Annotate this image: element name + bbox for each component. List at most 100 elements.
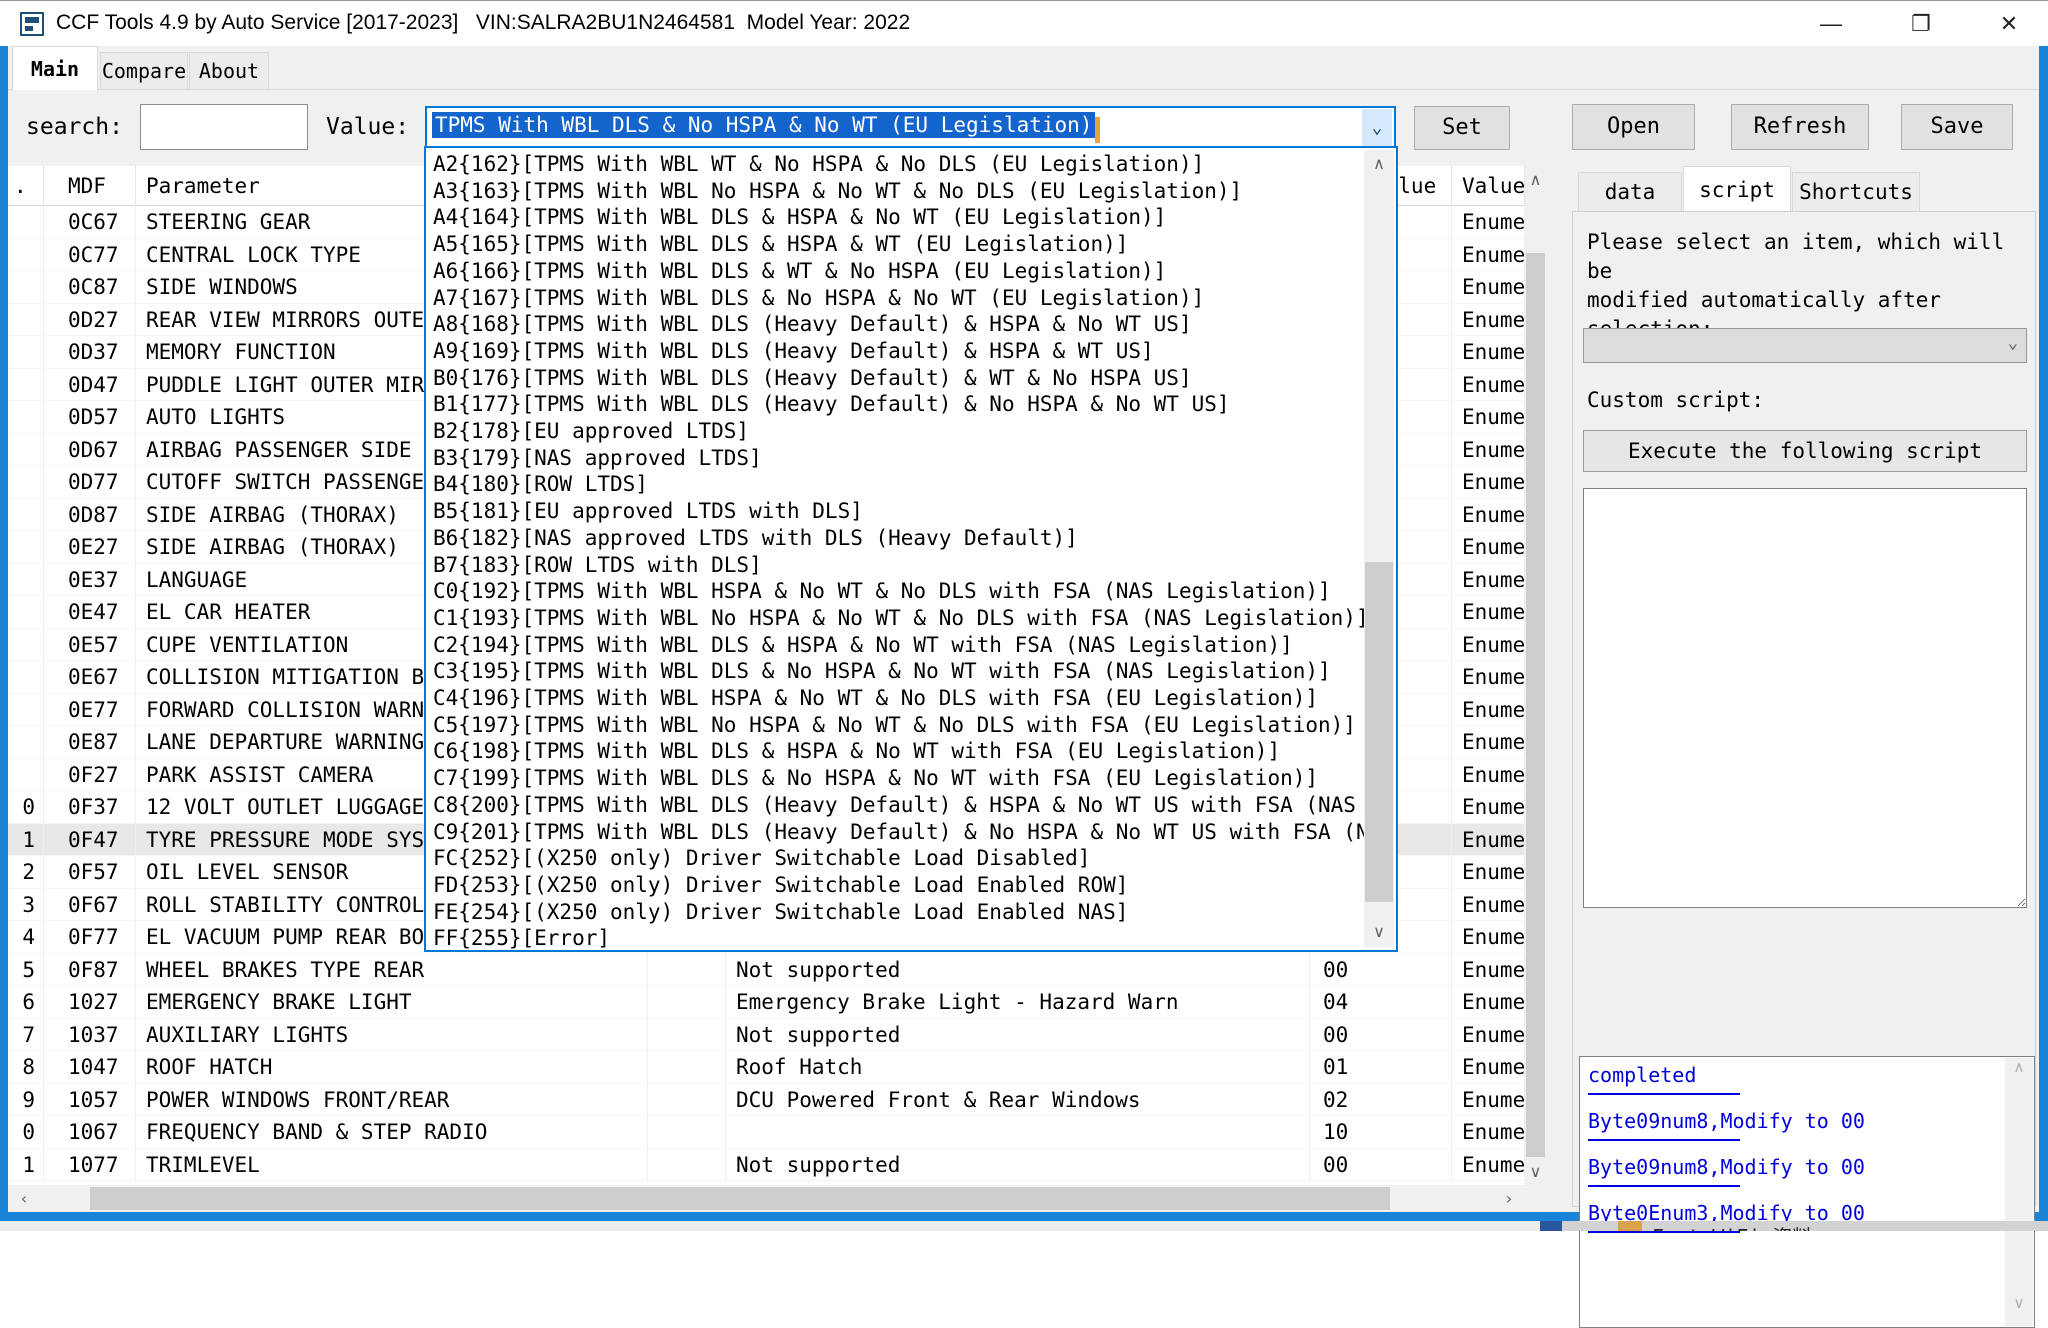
dropdown-item[interactable]: B4{180}[ROW LTDS] (428, 471, 1366, 498)
header-value-type[interactable]: Value (1452, 166, 1525, 206)
dropdown-item[interactable]: B7{183}[ROW LTDS with DLS] (428, 552, 1366, 579)
dropdown-item[interactable]: FF{255}[Error] (428, 925, 1366, 952)
cell-param: EMERGENCY BRAKE LIGHT (136, 986, 648, 1019)
maximize-button[interactable]: ❐ (1890, 1, 1952, 47)
dropdown-item[interactable]: B5{181}[EU approved LTDS with DLS] (428, 498, 1366, 525)
cell-idx (8, 596, 44, 629)
scroll-left-icon[interactable]: ‹ (12, 1189, 36, 1208)
dropdown-scroll-down-icon[interactable]: ∨ (1364, 922, 1394, 941)
dropdown-item[interactable]: FD{253}[(X250 only) Driver Switchable Lo… (428, 872, 1366, 899)
cell-type: Enume (1452, 791, 1525, 824)
log-scrollbar[interactable]: ∧ ∨ (2005, 1058, 2033, 1326)
rtab-shortcuts[interactable]: Shortcuts (1792, 172, 1920, 212)
dropdown-item[interactable]: B3{179}[NAS approved LTDS] (428, 445, 1366, 472)
dropdown-item[interactable]: A9{169}[TPMS With WBL DLS (Heavy Default… (428, 338, 1366, 365)
scroll-down-icon[interactable]: ∨ (1525, 1162, 1546, 1181)
dropdown-item[interactable]: C9{201}[TPMS With WBL DLS (Heavy Default… (428, 819, 1366, 846)
dropdown-item[interactable]: C5{197}[TPMS With WBL No HSPA & No WT & … (428, 712, 1366, 739)
table-vertical-scrollbar[interactable]: ∧ ∨ (1525, 166, 1546, 1185)
log-scroll-up-icon[interactable]: ∧ (2005, 1058, 2033, 1088)
table-row[interactable]: 50F87WHEEL BRAKES TYPE REARNot supported… (8, 954, 1525, 987)
table-row[interactable]: 11077TRIMLEVELNot supported00Enume (8, 1149, 1525, 1182)
table-row[interactable]: 91057POWER WINDOWS FRONT/REARDCU Powered… (8, 1084, 1525, 1117)
cell-desc: DCU Powered Front & Rear Windows (726, 1084, 1310, 1117)
dropdown-item[interactable]: B6{182}[NAS approved LTDS with DLS (Heav… (428, 525, 1366, 552)
dropdown-item[interactable]: A2{162}[TPMS With WBL WT & No HSPA & No … (428, 151, 1366, 178)
cell-mdf: 0E47 (44, 596, 136, 629)
custom-script-textarea[interactable] (1583, 488, 2027, 908)
cell-idx (8, 466, 44, 499)
dropdown-scroll-thumb[interactable] (1365, 562, 1393, 902)
script-log: completedByte09num8,Modify to 00Byte09nu… (1579, 1056, 2035, 1328)
dropdown-item[interactable]: C2{194}[TPMS With WBL DLS & HSPA & No WT… (428, 632, 1366, 659)
dropdown-item[interactable]: A4{164}[TPMS With WBL DLS & HSPA & No WT… (428, 204, 1366, 231)
script-tab-page: Please select an item, which will be mod… (1572, 211, 2036, 1207)
dropdown-item[interactable]: C0{192}[TPMS With WBL HSPA & No WT & No … (428, 578, 1366, 605)
cell-mdf: 0C87 (44, 271, 136, 304)
horizontal-scroll-thumb[interactable] (90, 1187, 1390, 1210)
dropdown-scroll-up-icon[interactable]: ∧ (1364, 154, 1394, 173)
minimize-button[interactable]: — (1800, 1, 1862, 47)
scroll-up-icon[interactable]: ∧ (1525, 170, 1546, 189)
scroll-right-icon[interactable]: › (1497, 1189, 1521, 1208)
save-button[interactable]: Save (1901, 104, 2013, 150)
dropdown-item[interactable]: A8{168}[TPMS With WBL DLS (Heavy Default… (428, 311, 1366, 338)
dropdown-item[interactable]: C1{193}[TPMS With WBL No HSPA & No WT & … (428, 605, 1366, 632)
table-row[interactable]: 81047ROOF HATCHRoof Hatch01Enume (8, 1051, 1525, 1084)
cell-mdf: 0F67 (44, 889, 136, 922)
cell-type: Enume (1452, 1116, 1525, 1149)
tab-main[interactable]: Main (12, 46, 98, 90)
cell-type: Enume (1452, 1149, 1525, 1182)
search-input[interactable] (140, 104, 308, 150)
dropdown-item[interactable]: A6{166}[TPMS With WBL DLS & WT & No HSPA… (428, 258, 1366, 285)
rtab-data[interactable]: data (1578, 172, 1682, 212)
rtab-script[interactable]: script (1683, 166, 1791, 212)
tab-about[interactable]: About (189, 52, 269, 90)
dropdown-item[interactable]: A3{163}[TPMS With WBL No HSPA & No WT & … (428, 178, 1366, 205)
dropdown-item[interactable]: C3{195}[TPMS With WBL DLS & No HSPA & No… (428, 658, 1366, 685)
table-row[interactable]: 61027EMERGENCY BRAKE LIGHTEmergency Brak… (8, 986, 1525, 1019)
tab-compare[interactable]: Compare (100, 52, 188, 90)
vertical-scroll-thumb[interactable] (1526, 253, 1545, 1157)
cell-idx: 1 (8, 1149, 44, 1182)
cell-type: Enume (1452, 466, 1525, 499)
title-bar: CCF Tools 4.9 by Auto Service [2017-2023… (0, 0, 2048, 46)
cell-type: Enume (1452, 1019, 1525, 1052)
scrollbar-corner (1525, 1185, 1546, 1212)
combo-dropdown-arrow-icon[interactable]: ⌄ (1362, 109, 1392, 147)
dropdown-item[interactable]: A7{167}[TPMS With WBL DLS & No HSPA & No… (428, 285, 1366, 312)
background-window-text: F..t WiFi 资料 (1652, 1221, 1812, 1231)
cell-mdf: 0D47 (44, 369, 136, 402)
value-combobox[interactable]: TPMS With WBL DLS & No HSPA & No WT (EU … (425, 106, 1396, 150)
open-button[interactable]: Open (1572, 104, 1695, 150)
dropdown-item[interactable]: B0{176}[TPMS With WBL DLS (Heavy Default… (428, 365, 1366, 392)
cell-mdf: 1047 (44, 1051, 136, 1084)
dropdown-item[interactable]: B2{178}[EU approved LTDS] (428, 418, 1366, 445)
combo-arrow-icon: ⌄ (2008, 333, 2018, 353)
dropdown-item[interactable]: A5{165}[TPMS With WBL DLS & HSPA & WT (E… (428, 231, 1366, 258)
dropdown-item[interactable]: B1{177}[TPMS With WBL DLS (Heavy Default… (428, 391, 1366, 418)
close-button[interactable]: ✕ (1978, 1, 2040, 47)
cell-mdf: 0C67 (44, 206, 136, 239)
cell-mdf: 1067 (44, 1116, 136, 1149)
dropdown-item[interactable]: FE{254}[(X250 only) Driver Switchable Lo… (428, 899, 1366, 926)
app-icon (20, 12, 44, 36)
execute-script-button[interactable]: Execute the following script (1583, 430, 2027, 472)
dropdown-item[interactable]: FC{252}[(X250 only) Driver Switchable Lo… (428, 845, 1366, 872)
log-scroll-down-icon[interactable]: ∨ (2005, 1294, 2033, 1324)
table-horizontal-scrollbar[interactable]: ‹ › (8, 1185, 1525, 1212)
header-mdf[interactable]: MDF (44, 166, 136, 206)
set-button[interactable]: Set (1414, 106, 1510, 150)
refresh-button[interactable]: Refresh (1731, 104, 1869, 150)
dropdown-item[interactable]: C7{199}[TPMS With WBL DLS & No HSPA & No… (428, 765, 1366, 792)
dropdown-item[interactable]: C4{196}[TPMS With WBL HSPA & No WT & No … (428, 685, 1366, 712)
dropdown-item[interactable]: C8{200}[TPMS With WBL DLS (Heavy Default… (428, 792, 1366, 819)
dropdown-scrollbar[interactable]: ∧ ∨ (1364, 150, 1394, 948)
cell-type: Enume (1452, 1084, 1525, 1117)
dropdown-item[interactable]: C6{198}[TPMS With WBL DLS & HSPA & No WT… (428, 738, 1366, 765)
table-row[interactable]: 71037AUXILIARY LIGHTSNot supported00Enum… (8, 1019, 1525, 1052)
cell-param: AUXILIARY LIGHTS (136, 1019, 648, 1052)
item-combobox[interactable]: ⌄ (1583, 328, 2027, 363)
table-row[interactable]: 01067FREQUENCY BAND & STEP RADIO10Enume (8, 1116, 1525, 1149)
header-index[interactable]: . (8, 166, 44, 206)
